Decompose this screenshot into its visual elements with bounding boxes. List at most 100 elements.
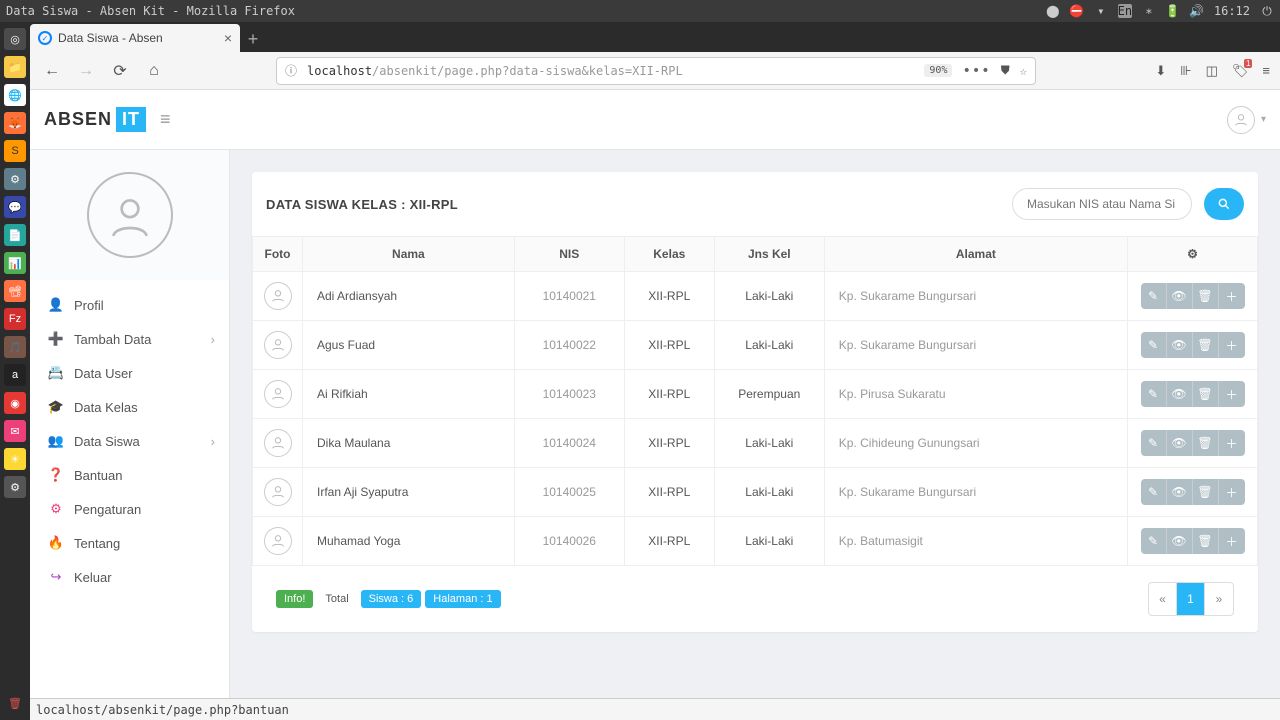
zoom-badge[interactable]: 90% [924,64,952,77]
sidebar-item-pengaturan[interactable]: ⚙Pengaturan [30,492,229,526]
row-action-1[interactable]: 👁 [1167,479,1193,505]
tab-close-icon[interactable]: × [224,30,232,46]
browser-tab[interactable]: ✓ Data Siswa - Absen × [30,24,240,52]
row-action-3[interactable]: ＋ [1219,528,1245,554]
row-action-3[interactable]: ＋ [1219,479,1245,505]
dock-amazon[interactable]: a [4,364,26,386]
row-action-1[interactable]: 👁 [1167,528,1193,554]
tab-title: Data Siswa - Absen [58,31,163,45]
row-action-2[interactable]: 🗑 [1193,283,1219,309]
cell-jk: Laki-Laki [714,272,824,321]
dnd-icon[interactable]: ⛔ [1070,4,1084,18]
info-icon[interactable]: ⓘ [285,62,297,79]
nav-reload-button[interactable]: ⟳ [108,59,132,83]
sidebar-toggle-button[interactable]: ≡ [160,109,171,130]
dock-app4[interactable]: 📊 [4,252,26,274]
new-tab-button[interactable]: + [240,26,266,52]
row-action-3[interactable]: ＋ [1219,381,1245,407]
cell-alamat: Kp. Cihideung Gunungsari [824,419,1127,468]
row-action-0[interactable]: ✎ [1141,381,1167,407]
menu-icon: 👤 [48,297,64,313]
page-current[interactable]: 1 [1177,583,1205,615]
page-actions-icon[interactable]: ••• [962,63,990,79]
menu-label: Data Siswa [74,434,140,449]
dock-app5[interactable]: 📽 [4,280,26,302]
cell-actions: ✎👁🗑＋ [1128,419,1258,468]
row-action-0[interactable]: ✎ [1141,283,1167,309]
user-avatar-icon[interactable] [1227,106,1255,134]
tab-favicon-icon: ✓ [38,31,52,45]
row-avatar-icon [264,380,292,408]
page-next[interactable]: » [1205,583,1233,615]
dock-app8[interactable]: ✉ [4,420,26,442]
cell-jk: Laki-Laki [714,468,824,517]
row-actions: ✎👁🗑＋ [1141,479,1245,505]
url-input[interactable]: ⓘ localhost/absenkit/page.php?data-siswa… [276,57,1036,85]
dock-chrome[interactable]: 🌐 [4,84,26,106]
dock-files[interactable]: 📁 [4,56,26,78]
sidebar-item-data-siswa[interactable]: 👥Data Siswa [30,424,229,458]
row-action-0[interactable]: ✎ [1141,528,1167,554]
nav-back-button[interactable]: ← [40,59,64,83]
menu-icon[interactable]: ≡ [1262,63,1270,78]
row-action-2[interactable]: 🗑 [1193,332,1219,358]
main-content: DATA SISWA KELAS : XII-RPL FotoNamaNISKe… [230,150,1280,698]
row-action-3[interactable]: ＋ [1219,430,1245,456]
addon-notif-icon[interactable]: 🏷 [1232,63,1249,79]
row-action-2[interactable]: 🗑 [1193,430,1219,456]
row-action-3[interactable]: ＋ [1219,332,1245,358]
sidebar-item-tambah-data[interactable]: ➕Tambah Data [30,322,229,356]
dock-trash[interactable]: 🗑 [4,692,26,714]
row-action-0[interactable]: ✎ [1141,332,1167,358]
row-action-0[interactable]: ✎ [1141,479,1167,505]
dock-app2[interactable]: 💬 [4,196,26,218]
wifi-icon[interactable]: ▾ [1094,4,1108,18]
row-action-1[interactable]: 👁 [1167,332,1193,358]
search-input[interactable] [1012,188,1192,220]
clock[interactable]: 16:12 [1214,4,1250,18]
row-action-2[interactable]: 🗑 [1193,479,1219,505]
search-button[interactable] [1204,188,1244,220]
sidebar-item-data-user[interactable]: 📇Data User [30,356,229,390]
dock-firefox[interactable]: 🦊 [4,112,26,134]
dock-app3[interactable]: 📄 [4,224,26,246]
pocket-icon[interactable]: ⛊ [1001,63,1010,78]
nav-home-button[interactable]: ⌂ [142,59,166,83]
downloads-icon[interactable]: ⬇ [1155,63,1166,79]
row-action-0[interactable]: ✎ [1141,430,1167,456]
row-action-1[interactable]: 👁 [1167,430,1193,456]
dock-app6[interactable]: 🎵 [4,336,26,358]
row-action-1[interactable]: 👁 [1167,283,1193,309]
library-icon[interactable]: ⊪ [1180,63,1191,79]
lang-indicator[interactable]: En [1118,4,1132,18]
user-dropdown-icon[interactable]: ▾ [1261,114,1266,125]
row-action-2[interactable]: 🗑 [1193,381,1219,407]
sidebar-item-bantuan[interactable]: ❓Bantuan [30,458,229,492]
bookmark-star-icon[interactable]: ☆ [1020,64,1027,78]
row-action-3[interactable]: ＋ [1219,283,1245,309]
dock-app1[interactable]: ⚙ [4,168,26,190]
dock-app10[interactable]: ⚙ [4,476,26,498]
row-actions: ✎👁🗑＋ [1141,381,1245,407]
bluetooth-icon[interactable]: ∗ [1142,4,1156,18]
record-icon[interactable]: ⬤ [1046,4,1060,18]
dock-filezilla[interactable]: Fz [4,308,26,330]
page-prev[interactable]: « [1149,583,1177,615]
sidebar-item-tentang[interactable]: 🔥Tentang [30,526,229,560]
sidebar-toggle-icon[interactable]: ◫ [1206,63,1218,79]
battery-icon[interactable]: 🔋 [1166,4,1180,18]
row-action-2[interactable]: 🗑 [1193,528,1219,554]
volume-icon[interactable]: 🔊 [1190,4,1204,18]
app-logo[interactable]: ABSENIT [44,107,146,132]
sidebar-item-keluar[interactable]: ↪Keluar [30,560,229,594]
dock-dash[interactable]: ◎ [4,28,26,50]
power-icon[interactable]: ⏻ [1260,4,1274,18]
sidebar-item-data-kelas[interactable]: 🎓Data Kelas [30,390,229,424]
dock-app9[interactable]: ☀ [4,448,26,470]
dock-app7[interactable]: ◉ [4,392,26,414]
menu-icon: ❓ [48,467,64,483]
cell-jk: Laki-Laki [714,419,824,468]
dock-sublime[interactable]: S [4,140,26,162]
row-action-1[interactable]: 👁 [1167,381,1193,407]
sidebar-item-profil[interactable]: 👤Profil [30,288,229,322]
